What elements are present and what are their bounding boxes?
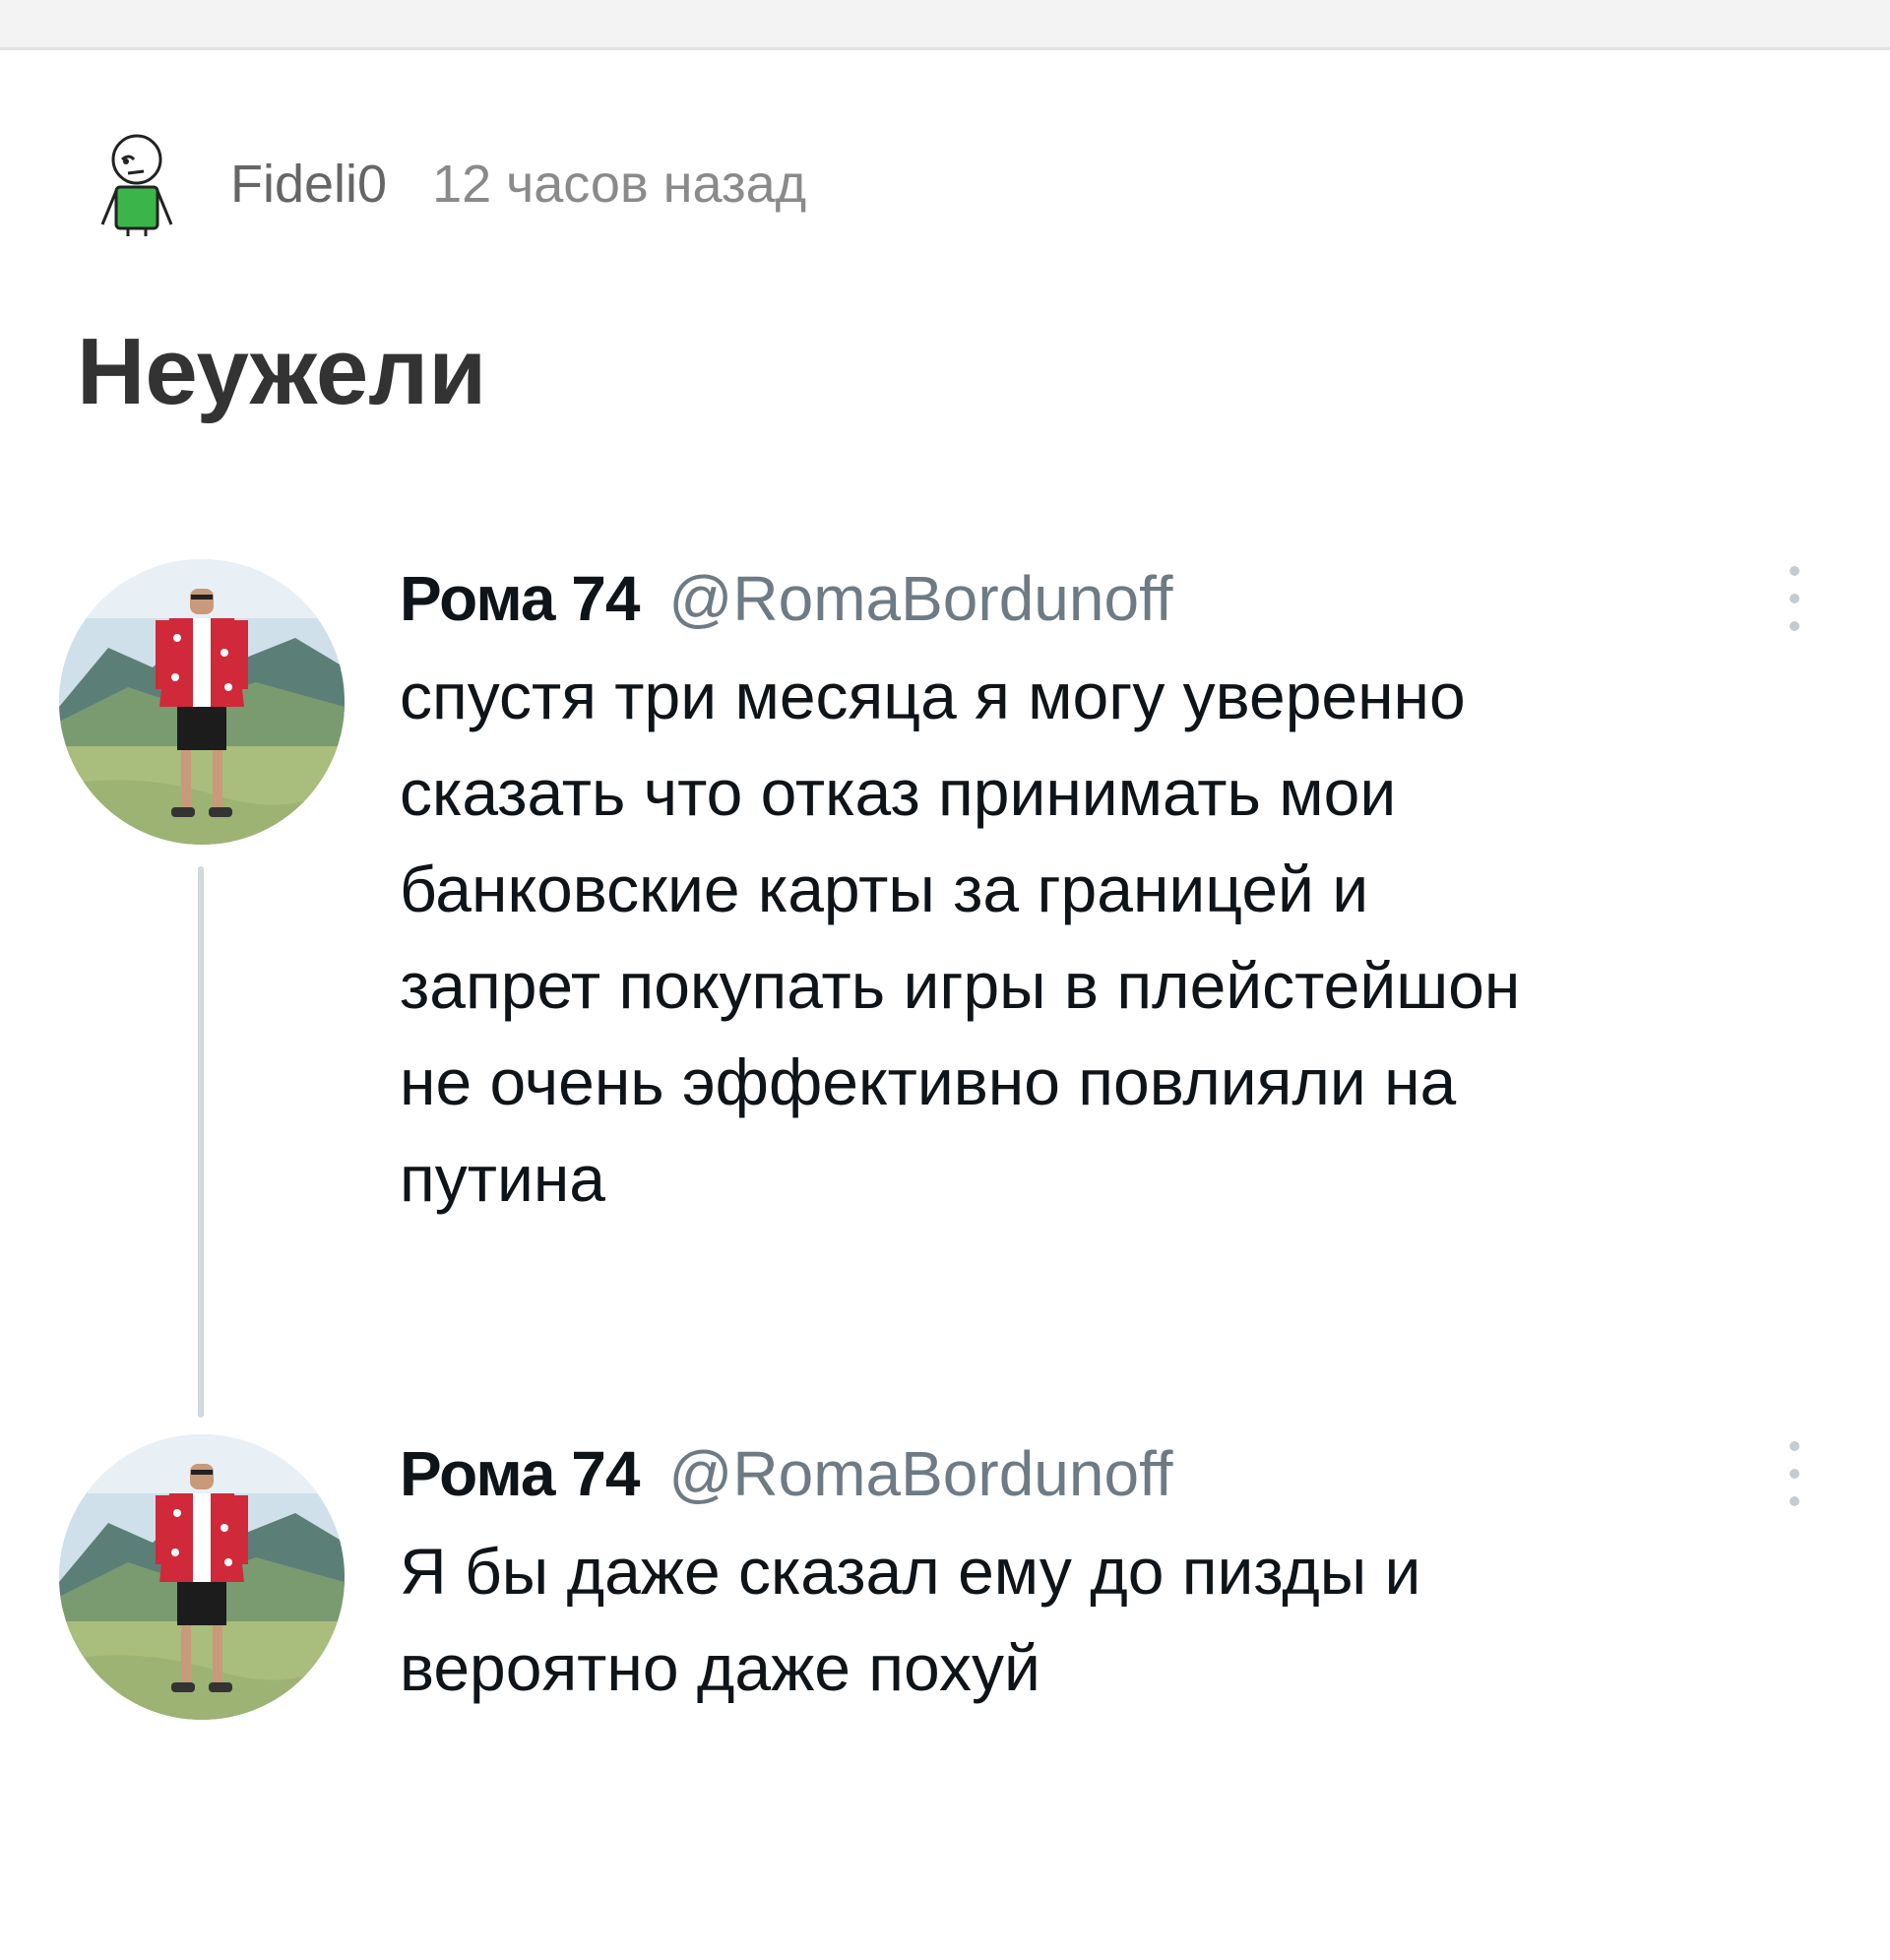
thread-line <box>198 866 204 1418</box>
tweet-display-name[interactable]: Рома 74 <box>400 1437 640 1510</box>
author-name[interactable]: Fideli0 <box>230 154 387 215</box>
top-bar <box>0 0 1890 50</box>
tweet-handle[interactable]: @RomaBordunoff <box>668 1437 1172 1510</box>
tweet-text: спустя три месяца я могу уверенно сказат… <box>400 648 1857 1227</box>
post-header: Fideli0 12 часов назад <box>98 130 806 238</box>
tweet-display-name[interactable]: Рома 74 <box>400 562 640 635</box>
tweet-avatar <box>59 1434 345 1720</box>
tweet-handle[interactable]: @RomaBordunoff <box>668 562 1172 635</box>
tweet-text-line: сказать что отказ принимать мои <box>400 756 1397 829</box>
tweet-avatar <box>59 559 345 845</box>
tweet-text-line: не очень эффективно повлияли на <box>400 1045 1457 1118</box>
tweet-header: Рома 74 @RomaBordunoff <box>400 1434 1172 1513</box>
tweet-text-line: банковские карты за границей и <box>400 853 1369 925</box>
more-vertical-icon[interactable] <box>1780 1434 1809 1513</box>
tweet-text-line: путина <box>400 1142 605 1215</box>
tweet-text: Я бы даже сказал ему до пизды и вероятно… <box>400 1523 1857 1716</box>
tweet-text-line: спустя три месяца я могу уверенно <box>400 660 1466 732</box>
tweet-text-line: вероятно даже похуй <box>400 1631 1040 1704</box>
tweet-text-line: запрет покупать игры в плейстейшон <box>400 949 1521 1022</box>
tweet-header: Рома 74 @RomaBordunoff <box>400 559 1172 638</box>
more-vertical-icon[interactable] <box>1780 559 1809 638</box>
post-time: 12 часов назад <box>432 155 807 214</box>
tweet-text-line: Я бы даже сказал ему до пизды и <box>400 1535 1421 1608</box>
cartoon-person-avatar-icon[interactable] <box>98 130 175 238</box>
post-title[interactable]: Неужели <box>77 325 486 419</box>
